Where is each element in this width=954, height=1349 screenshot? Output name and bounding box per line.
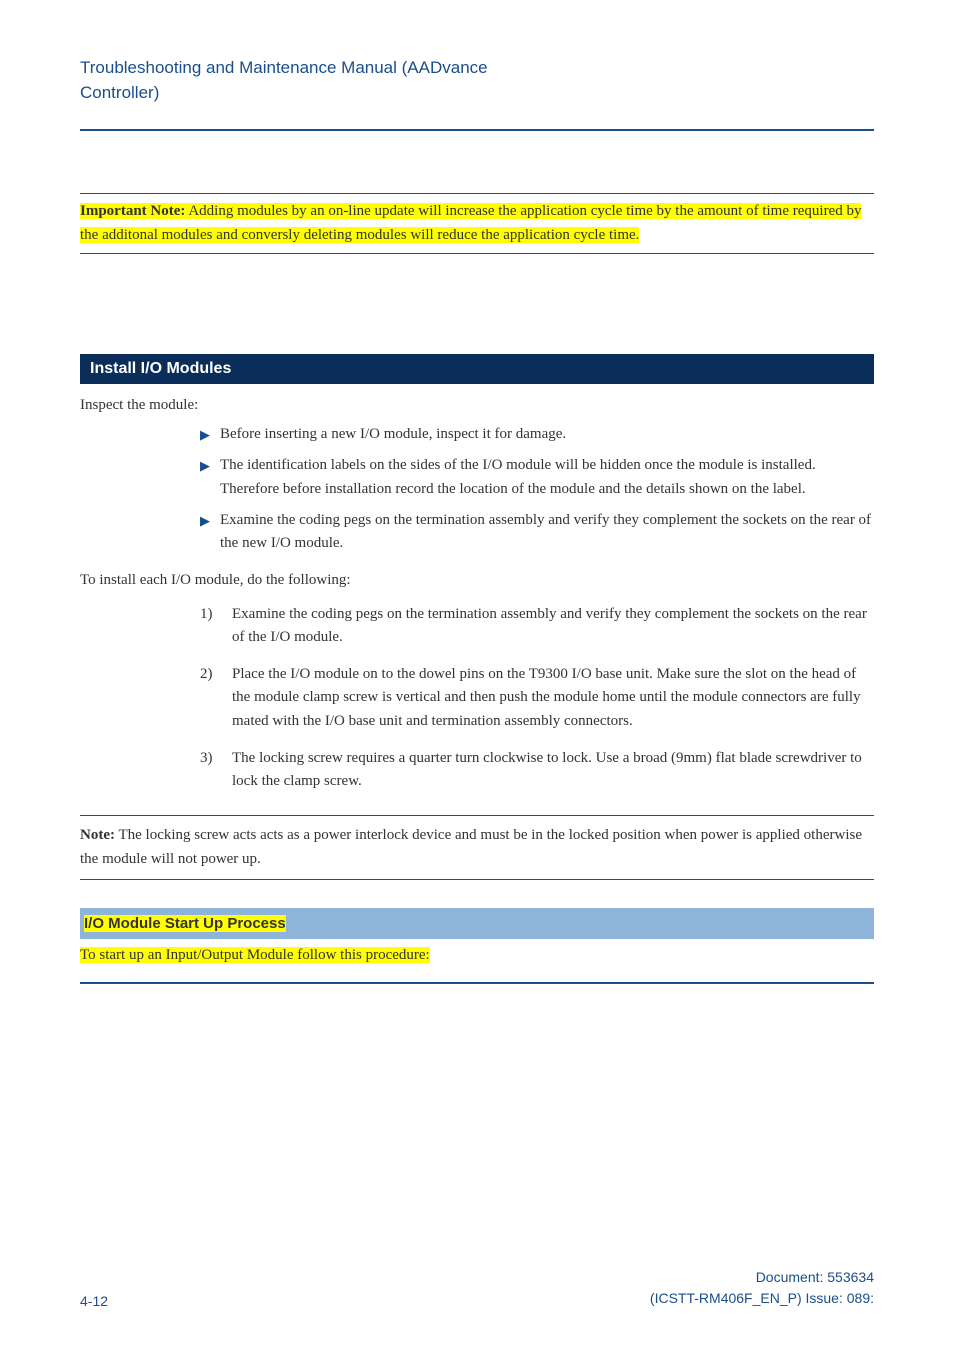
inspect-intro: Inspect the module:	[80, 394, 874, 417]
page-number: 4-12	[80, 1293, 108, 1309]
list-item: 2) Place the I/O module on to the dowel …	[200, 663, 874, 733]
header-line-2: Controller)	[80, 83, 159, 102]
subsection-title: I/O Module Start Up Process	[84, 915, 286, 932]
bullet-text: Examine the coding pegs on the terminati…	[220, 509, 874, 556]
important-note-box: Important Note: Adding modules by an on-…	[80, 193, 874, 254]
list-item: ▶ The identification labels on the sides…	[200, 454, 874, 501]
install-intro: To install each I/O module, do the follo…	[80, 569, 874, 592]
install-steps-list: 1) Examine the coding pegs on the termin…	[200, 603, 874, 794]
inspect-bullet-list: ▶ Before inserting a new I/O module, ins…	[200, 423, 874, 555]
triangle-right-icon: ▶	[200, 454, 210, 501]
bullet-text: The identification labels on the sides o…	[220, 454, 874, 501]
startup-text: To start up an Input/Output Module follo…	[80, 947, 430, 963]
doc-issue: (ICSTT-RM406F_EN_P) Issue: 089:	[650, 1288, 874, 1309]
document-header: Troubleshooting and Maintenance Manual (…	[80, 56, 874, 105]
startup-body: To start up an Input/Output Module follo…	[80, 947, 874, 964]
list-item: ▶ Examine the coding pegs on the termina…	[200, 509, 874, 556]
important-note-label: Important Note:	[80, 203, 185, 219]
step-text: Examine the coding pegs on the terminati…	[232, 603, 874, 650]
page-footer: 4-12 Document: 553634 (ICSTT-RM406F_EN_P…	[80, 1267, 874, 1309]
doc-number: Document: 553634	[650, 1267, 874, 1288]
footer-rule	[80, 982, 874, 984]
section-io-startup: I/O Module Start Up Process	[80, 908, 874, 939]
step-text: Place the I/O module on to the dowel pin…	[232, 663, 874, 733]
step-text: The locking screw requires a quarter tur…	[232, 747, 874, 794]
header-line-1: Troubleshooting and Maintenance Manual (…	[80, 58, 488, 77]
step-number: 2)	[200, 663, 220, 733]
note-label: Note:	[80, 827, 115, 843]
list-item: ▶ Before inserting a new I/O module, ins…	[200, 423, 874, 446]
section-install-io-modules: Install I/O Modules	[80, 354, 874, 384]
triangle-right-icon: ▶	[200, 509, 210, 556]
step-number: 1)	[200, 603, 220, 650]
note-text: The locking screw acts acts as a power i…	[80, 827, 862, 866]
bullet-text: Before inserting a new I/O module, inspe…	[220, 423, 874, 446]
list-item: 3) The locking screw requires a quarter …	[200, 747, 874, 794]
important-note-text: Adding modules by an on-line update will…	[80, 203, 861, 242]
locking-note-box: Note: The locking screw acts acts as a p…	[80, 815, 874, 880]
triangle-right-icon: ▶	[200, 423, 210, 446]
list-item: 1) Examine the coding pegs on the termin…	[200, 603, 874, 650]
step-number: 3)	[200, 747, 220, 794]
section-title: Install I/O Modules	[90, 360, 231, 377]
